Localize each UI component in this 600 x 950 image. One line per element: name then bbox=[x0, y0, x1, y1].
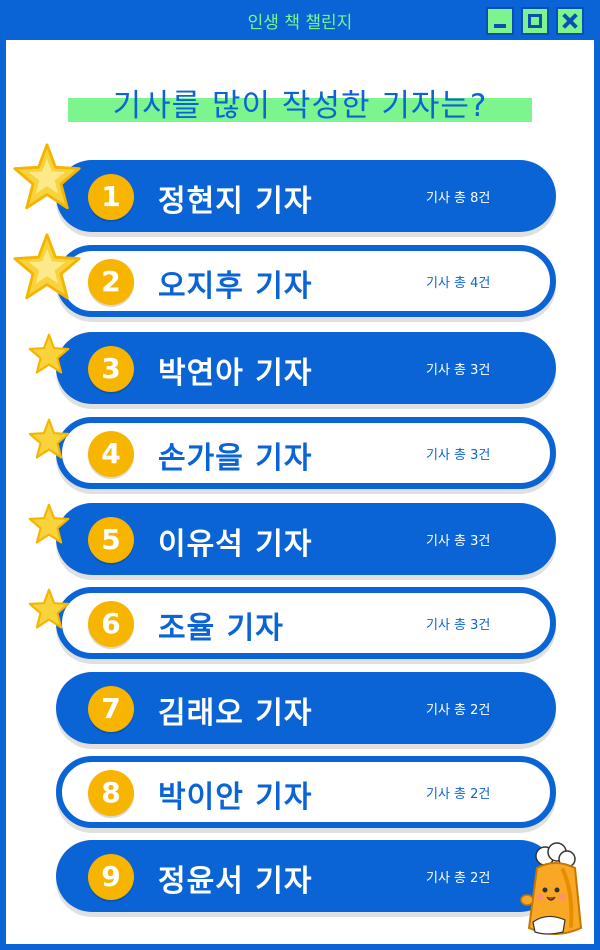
rank-badge: 3 bbox=[88, 346, 134, 392]
rank-badge: 2 bbox=[88, 259, 134, 305]
rank-badge: 7 bbox=[88, 686, 134, 732]
reporter-name: 박연아 기자 bbox=[158, 356, 313, 391]
rank-badge: 4 bbox=[88, 431, 134, 477]
reporter-name: 정현지 기자 bbox=[158, 184, 313, 219]
article-count: 기사 총 3건 bbox=[426, 448, 491, 463]
article-count: 기사 총 2건 bbox=[426, 787, 491, 802]
headline-block: 기사를 많이 작성한 기자는? bbox=[68, 80, 532, 136]
article-count: 기사 총 3건 bbox=[426, 363, 491, 378]
ranking-row-7: 7 김래오 기자 기사 총 2건 bbox=[56, 672, 556, 744]
star-icon bbox=[13, 233, 81, 300]
ranking-row-4: 4 손가을 기자 기사 총 3건 bbox=[56, 417, 556, 489]
rank-badge: 1 bbox=[88, 174, 134, 220]
article-count: 기사 총 2건 bbox=[426, 703, 491, 718]
ranking-row-2: 2 오지후 기자 기사 총 4건 bbox=[56, 245, 556, 317]
reporter-name: 오지후 기자 bbox=[158, 269, 313, 304]
star-icon bbox=[28, 333, 70, 374]
ranking-row-1: 1 정현지 기자 기사 총 8건 bbox=[56, 160, 556, 232]
mascot-illustration bbox=[520, 842, 583, 935]
ranking-row-5: 5 이유석 기자 기사 총 3건 bbox=[56, 503, 556, 575]
article-count: 기사 총 3건 bbox=[426, 534, 491, 549]
ranking-row-6: 6 조율 기자 기사 총 3건 bbox=[56, 587, 556, 659]
article-count: 기사 총 3건 bbox=[426, 618, 491, 633]
rank-badge: 8 bbox=[88, 770, 134, 816]
rank-badge: 9 bbox=[88, 854, 134, 900]
minimize-button[interactable] bbox=[486, 7, 514, 35]
reporter-name: 손가을 기자 bbox=[158, 441, 313, 476]
reporter-name: 김래오 기자 bbox=[158, 696, 313, 731]
rank-badge: 5 bbox=[88, 517, 134, 563]
star-icon bbox=[28, 503, 70, 544]
reporter-name: 이유석 기자 bbox=[158, 527, 313, 562]
maximize-button[interactable] bbox=[521, 7, 549, 35]
content-panel: 기사를 많이 작성한 기자는? 1 정현지 기자 기사 총 8건 2 오지후 기… bbox=[6, 40, 594, 944]
star-icon bbox=[13, 143, 81, 210]
rank-badge: 6 bbox=[88, 601, 134, 647]
article-count: 기사 총 8건 bbox=[426, 191, 491, 206]
reporter-name: 정윤서 기자 bbox=[158, 864, 313, 899]
title-bar: 인생 책 챌린지 bbox=[0, 0, 600, 40]
star-icon bbox=[28, 418, 70, 459]
ranking-row-9: 9 정윤서 기자 기사 총 2건 bbox=[56, 840, 556, 912]
star-icon bbox=[28, 588, 70, 629]
article-count: 기사 총 2건 bbox=[426, 871, 491, 886]
reporter-name: 박이안 기자 bbox=[158, 780, 313, 815]
page-title: 기사를 많이 작성한 기자는? bbox=[112, 88, 488, 124]
reporter-name: 조율 기자 bbox=[158, 611, 284, 646]
ranking-row-8: 8 박이안 기자 기사 총 2건 bbox=[56, 756, 556, 828]
ranking-row-3: 3 박연아 기자 기사 총 3건 bbox=[56, 332, 556, 404]
close-button[interactable] bbox=[556, 7, 584, 35]
article-count: 기사 총 4건 bbox=[426, 276, 491, 291]
